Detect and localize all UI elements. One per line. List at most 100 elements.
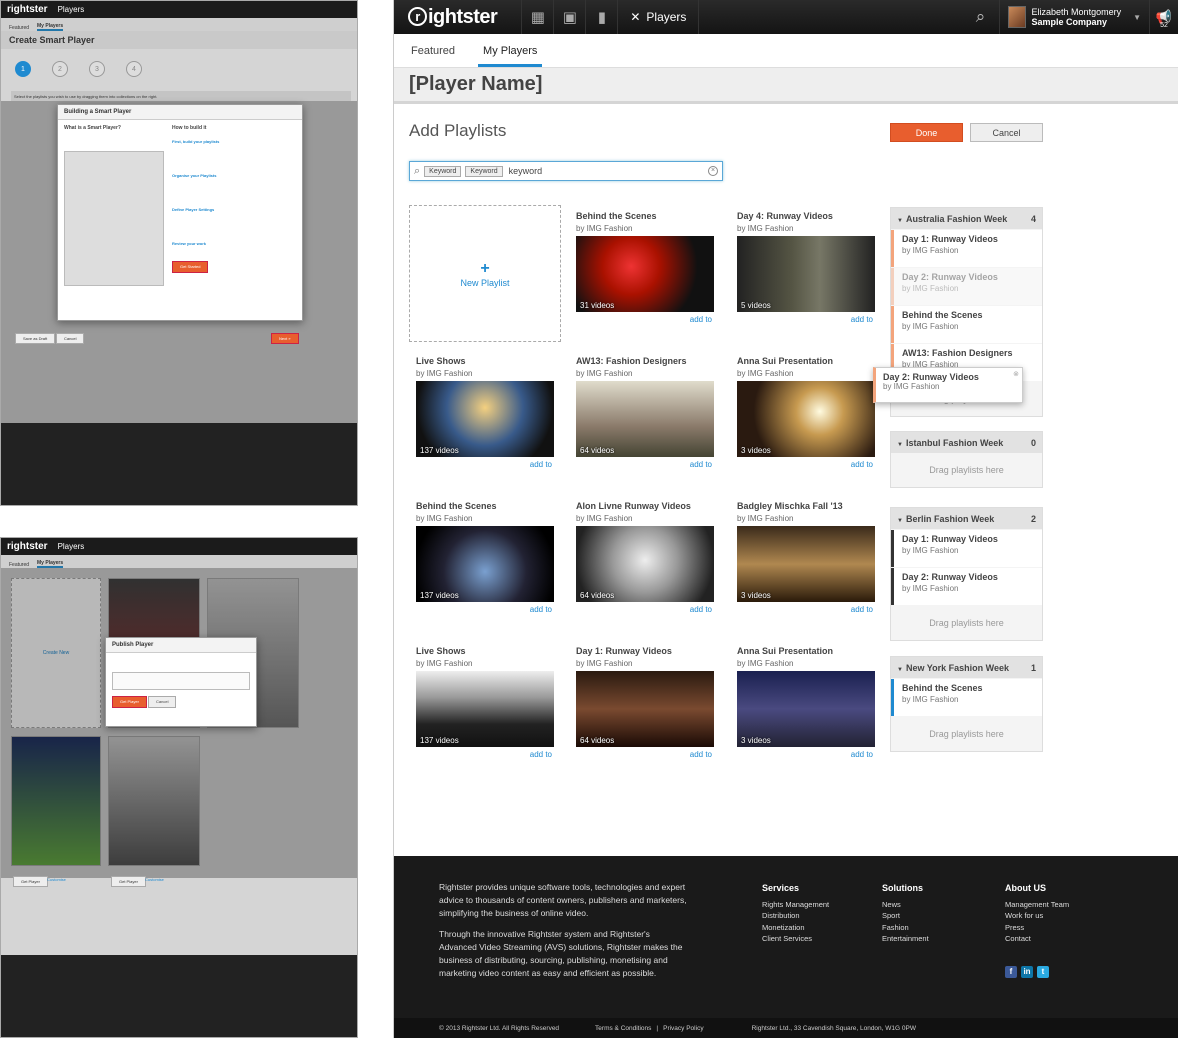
playlist-thumbnail[interactable]: 64 videos [576,526,714,602]
collapse-icon[interactable]: ▼ [897,218,903,224]
add-to-link[interactable]: add to [737,315,875,324]
mini2-get-player-1[interactable]: Get Player [13,876,48,887]
drop-zone[interactable]: Drag playlists here [891,453,1042,487]
playlist-card[interactable]: Live Shows by IMG Fashion 137 videos add to [416,356,554,469]
footer-link[interactable]: Management Team [1005,899,1069,911]
privacy-link[interactable]: Privacy Policy [663,1025,703,1032]
footer-link[interactable]: Fashion [882,922,929,934]
collection[interactable]: ▼ Istanbul Fashion Week 0 Drag playlists he… [890,431,1043,488]
footer-link[interactable]: Work for us [1005,910,1069,922]
rightster-logo[interactable]: r ightster [408,6,498,29]
clear-icon[interactable]: × [708,166,718,176]
tab-featured[interactable]: Featured [406,34,460,67]
collection[interactable]: ▼ Berlin Fashion Week 2 Day 1: Runway Video… [890,507,1043,641]
collapse-icon[interactable]: ▼ [897,518,903,524]
mini-tab-my-players[interactable]: My Players [37,23,64,31]
playlist-thumbnail[interactable]: 3 videos [737,526,875,602]
cancel-button[interactable]: Cancel [970,123,1043,142]
footer-link[interactable]: Entertainment [882,933,929,945]
keyword-chip-1[interactable]: Keyword [424,165,462,177]
playlist-thumbnail[interactable]: 5 videos [737,236,875,312]
mini-cancel-button[interactable]: Cancel [56,333,85,344]
playlist-thumbnail[interactable]: 3 videos [737,671,875,747]
footer-link[interactable]: Distribution [762,910,829,922]
add-to-link[interactable]: add to [416,460,554,469]
mini2-get-player-button[interactable]: Get Player [112,696,147,708]
playlist-thumbnail[interactable]: 64 videos [576,671,714,747]
playlist-card[interactable]: Anna Sui Presentation by IMG Fashion 3 vid… [737,646,875,759]
nav-players[interactable]: ✕ Players [617,0,700,34]
footer-link[interactable]: Monetization [762,922,829,934]
collapse-icon[interactable]: ▼ [897,667,903,673]
playlist-card[interactable]: Alon Livne Runway Videos by IMG Fashion 64… [576,501,714,614]
drop-zone[interactable]: Drag playlists here [891,606,1042,640]
mini-get-started-button[interactable]: Get Started [172,261,209,273]
playlist-thumbnail[interactable]: 3 videos [737,381,875,457]
playlist-thumbnail[interactable]: 137 videos [416,381,554,457]
mini-next-button[interactable]: Next » [271,333,299,344]
footer-link[interactable]: Client Services [762,933,829,945]
footer-link[interactable]: Press [1005,922,1069,934]
mini2-get-player-2[interactable]: Get Player [111,876,146,887]
footer-link[interactable]: Contact [1005,933,1069,945]
mini2-embed-code[interactable] [112,672,250,690]
playlist-card[interactable]: AW13: Fashion Designers by IMG Fashion 64 … [576,356,714,469]
close-icon[interactable]: ⊗ [1013,370,1019,378]
playlist-thumbnail[interactable]: 137 videos [416,671,554,747]
linkedin-icon[interactable]: in [1021,966,1033,978]
mini-tab-featured[interactable]: Featured [9,25,29,31]
publish-icon[interactable]: ▣ [553,0,585,34]
keyword-chip-2[interactable]: Keyword [465,165,503,177]
add-to-link[interactable]: add to [737,605,875,614]
mini2-customise-1[interactable]: Customise [47,877,66,882]
notifications-icon[interactable]: 📢 52 [1150,9,1178,29]
search-icon[interactable]: ⌕ [963,7,999,27]
playlist-card[interactable]: Day 1: Runway Videos by IMG Fashion 64 vid… [576,646,714,759]
add-to-link[interactable]: add to [576,605,714,614]
collection-item[interactable]: Day 1: Runway Videos by IMG Fashion [891,230,1042,267]
add-to-link[interactable]: add to [737,460,875,469]
add-to-link[interactable]: add to [416,605,554,614]
add-to-link[interactable]: add to [416,750,554,759]
playlist-card[interactable]: Live Shows by IMG Fashion 137 videos add to [416,646,554,759]
playlist-card[interactable]: Behind the Scenes by IMG Fashion 31 videos… [576,211,714,324]
facebook-icon[interactable]: f [1005,966,1017,978]
playlist-thumbnail[interactable]: 64 videos [576,381,714,457]
collection[interactable]: ▼ New York Fashion Week 1 Behind the Scenes… [890,656,1043,752]
done-button[interactable]: Done [890,123,963,142]
mini2-cancel-button[interactable]: Cancel [148,696,177,708]
footer-link[interactable]: Rights Management [762,899,829,911]
add-to-link[interactable]: add to [576,460,714,469]
collection-header[interactable]: ▼ New York Fashion Week 1 [891,657,1042,678]
add-to-link[interactable]: add to [737,750,875,759]
new-playlist-button[interactable]: + New Playlist [409,205,561,342]
drop-zone[interactable]: Drag playlists here [891,717,1042,751]
user-menu[interactable]: Elizabeth Montgomery Sample Company ▼ [998,0,1150,34]
playlist-card[interactable]: Anna Sui Presentation by IMG Fashion 3 vid… [737,356,875,469]
collection-item[interactable]: Day 2: Runway Videos by IMG Fashion [891,568,1042,605]
mini2-customise-2[interactable]: Customise [145,877,164,882]
tab-my-players[interactable]: My Players [478,34,543,67]
footer-link[interactable]: News [882,899,929,911]
playlist-card[interactable]: Badgley Mischka Fall '13 by IMG Fashion 3 … [737,501,875,614]
collection-item[interactable]: Behind the Scenes by IMG Fashion [891,306,1042,343]
add-to-link[interactable]: add to [576,750,714,759]
library-icon[interactable]: ▦ [521,0,553,34]
collection-item[interactable]: Behind the Scenes by IMG Fashion [891,679,1042,716]
analytics-icon[interactable]: ▮ [585,0,617,34]
search-input[interactable]: ⌕ Keyword Keyword keyword × [409,161,723,181]
playlist-card[interactable]: Behind the Scenes by IMG Fashion 137 video… [416,501,554,614]
mini-save-draft-button[interactable]: Save as Draft [15,333,56,344]
footer-link[interactable]: Sport [882,910,929,922]
terms-link[interactable]: Terms & Conditions [595,1025,651,1032]
mini2-tab-my-players[interactable]: My Players [37,560,64,568]
collection-header[interactable]: ▼ Berlin Fashion Week 2 [891,508,1042,529]
twitter-icon[interactable]: t [1037,966,1049,978]
playlist-thumbnail[interactable]: 137 videos [416,526,554,602]
collection-item[interactable]: Day 2: Runway Videos by IMG Fashion [891,268,1042,305]
dragged-playlist[interactable]: Day 2: Runway Videos by IMG Fashion ⊗ [873,367,1023,403]
collection-header[interactable]: ▼ Australia Fashion Week 4 [891,208,1042,229]
collapse-icon[interactable]: ▼ [897,442,903,448]
playlist-thumbnail[interactable]: 31 videos [576,236,714,312]
add-to-link[interactable]: add to [576,315,714,324]
